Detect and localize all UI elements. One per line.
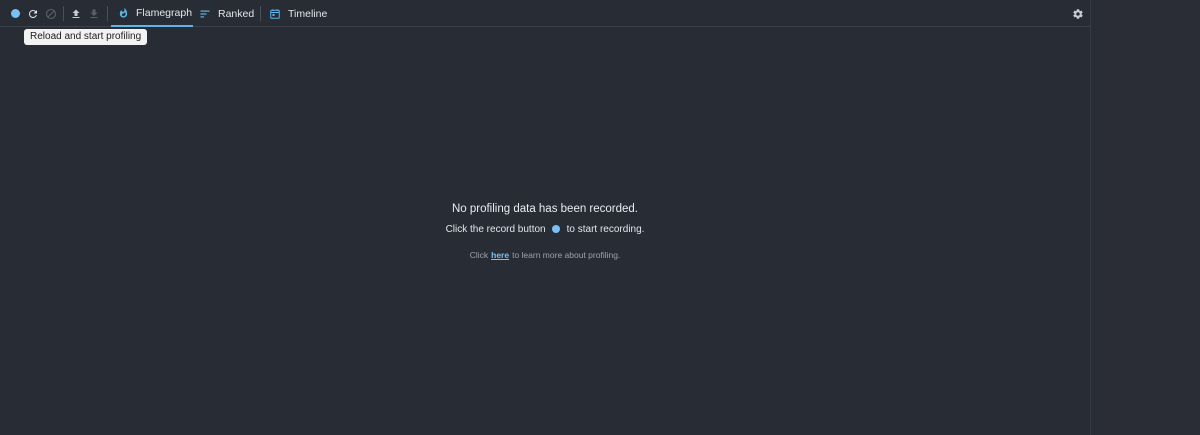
reload-icon [28,9,37,18]
profiler-toolbar: Flamegraph Ranked Timeline [0,0,1090,27]
gear-icon [1073,8,1083,19]
clear-icon [45,8,57,19]
record-button[interactable] [8,0,22,27]
empty-state: No profiling data has been recorded. Cli… [0,200,1090,262]
learn-text-after: to learn more about profiling. [512,250,621,260]
clear-button[interactable] [44,0,58,27]
tab-timeline-label: Timeline [288,7,328,20]
tab-ranked[interactable]: Ranked [199,0,257,27]
devtools-window: Flamegraph Ranked Timeline Reload and st… [0,0,1200,435]
learn-text-before: Click [469,250,489,260]
toolbar-divider [63,6,64,21]
learn-more-link[interactable]: here [491,250,509,260]
tab-ranked-label: Ranked [218,7,255,20]
tab-flamegraph-label: Flamegraph [136,6,193,19]
right-side-panel [1090,0,1200,435]
tab-timeline[interactable]: Timeline [269,0,331,27]
reload-tooltip: Reload and start profiling [24,29,148,45]
load-profile-button[interactable] [69,0,83,27]
instruction-text-after: to start recording. [566,224,645,235]
profiler-panel: Flamegraph Ranked Timeline Reload and st… [0,0,1090,435]
record-dot-icon [551,225,560,233]
learn-more-line: Click here to learn more about profiling. [0,248,1090,262]
empty-state-title: No profiling data has been recorded. [451,203,639,215]
save-profile-button[interactable] [87,0,101,27]
upload-icon [72,9,80,18]
settings-button[interactable] [1071,0,1085,27]
ranked-icon [200,10,210,17]
timeline-icon [270,8,280,19]
record-dot-icon [10,9,20,18]
tab-flamegraph[interactable]: Flamegraph [111,0,193,27]
toolbar-divider [107,6,108,21]
instruction-text-before: Click the record button [445,224,546,235]
reload-and-profile-button[interactable] [26,0,40,27]
toolbar-divider [260,6,261,21]
download-icon [90,9,98,18]
empty-state-instruction: Click the record button to start recordin… [0,222,1090,238]
flame-icon [119,7,128,18]
